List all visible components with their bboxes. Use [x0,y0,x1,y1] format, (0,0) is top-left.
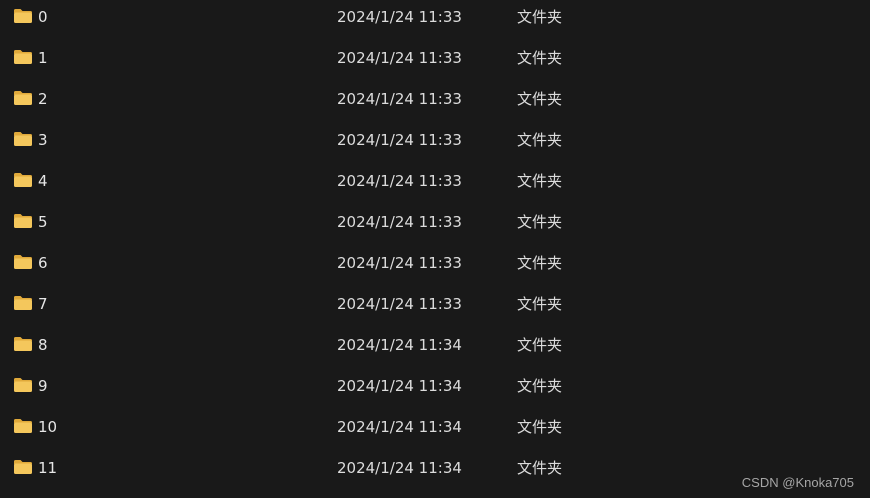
folder-icon [13,131,33,147]
file-modified: 2024/1/24 11:33 [337,8,462,26]
folder-icon [13,8,33,24]
list-item[interactable]: 0 2024/1/24 11:33 文件夹 [0,0,870,41]
file-type: 文件夹 [517,90,563,108]
file-type: 文件夹 [517,459,563,477]
folder-icon [13,336,33,352]
file-type: 文件夹 [517,295,563,313]
file-modified: 2024/1/24 11:34 [337,336,462,354]
file-name: 9 [38,377,48,395]
file-modified: 2024/1/24 11:33 [337,90,462,108]
file-name: 2 [38,90,48,108]
file-modified: 2024/1/24 11:33 [337,213,462,231]
folder-icon [13,213,33,229]
folder-icon [13,418,33,434]
file-type: 文件夹 [517,8,563,26]
folder-icon [13,377,33,393]
file-modified: 2024/1/24 11:33 [337,254,462,272]
file-list: 0 2024/1/24 11:33 文件夹 1 2024/1/24 11:33 … [0,0,870,492]
list-item[interactable]: 7 2024/1/24 11:33 文件夹 [0,287,870,328]
list-item[interactable]: 3 2024/1/24 11:33 文件夹 [0,123,870,164]
file-modified: 2024/1/24 11:34 [337,377,462,395]
watermark: CSDN @Knoka705 [741,475,854,490]
list-item[interactable]: 11 2024/1/24 11:34 文件夹 [0,451,870,492]
list-item[interactable]: 8 2024/1/24 11:34 文件夹 [0,328,870,369]
folder-icon [13,49,33,65]
list-item[interactable]: 9 2024/1/24 11:34 文件夹 [0,369,870,410]
file-name: 5 [38,213,48,231]
file-name: 1 [38,49,48,67]
file-modified: 2024/1/24 11:33 [337,131,462,149]
file-name: 10 [38,418,58,436]
file-modified: 2024/1/24 11:33 [337,295,462,313]
list-item[interactable]: 2 2024/1/24 11:33 文件夹 [0,82,870,123]
file-modified: 2024/1/24 11:34 [337,459,462,477]
file-modified: 2024/1/24 11:34 [337,418,462,436]
folder-icon [13,459,33,475]
file-type: 文件夹 [517,336,563,354]
list-item[interactable]: 10 2024/1/24 11:34 文件夹 [0,410,870,451]
file-type: 文件夹 [517,131,563,149]
list-item[interactable]: 1 2024/1/24 11:33 文件夹 [0,41,870,82]
file-name: 8 [38,336,48,354]
list-item[interactable]: 6 2024/1/24 11:33 文件夹 [0,246,870,287]
file-name: 7 [38,295,48,313]
file-name: 11 [38,459,58,477]
file-type: 文件夹 [517,254,563,272]
file-name: 3 [38,131,48,149]
file-type: 文件夹 [517,172,563,190]
file-type: 文件夹 [517,418,563,436]
folder-icon [13,90,33,106]
list-item[interactable]: 5 2024/1/24 11:33 文件夹 [0,205,870,246]
file-name: 6 [38,254,48,272]
file-type: 文件夹 [517,377,563,395]
file-type: 文件夹 [517,213,563,231]
folder-icon [13,172,33,188]
folder-icon [13,295,33,311]
file-name: 0 [38,8,48,26]
file-modified: 2024/1/24 11:33 [337,172,462,190]
file-name: 4 [38,172,48,190]
file-modified: 2024/1/24 11:33 [337,49,462,67]
folder-icon [13,254,33,270]
list-item[interactable]: 4 2024/1/24 11:33 文件夹 [0,164,870,205]
file-type: 文件夹 [517,49,563,67]
